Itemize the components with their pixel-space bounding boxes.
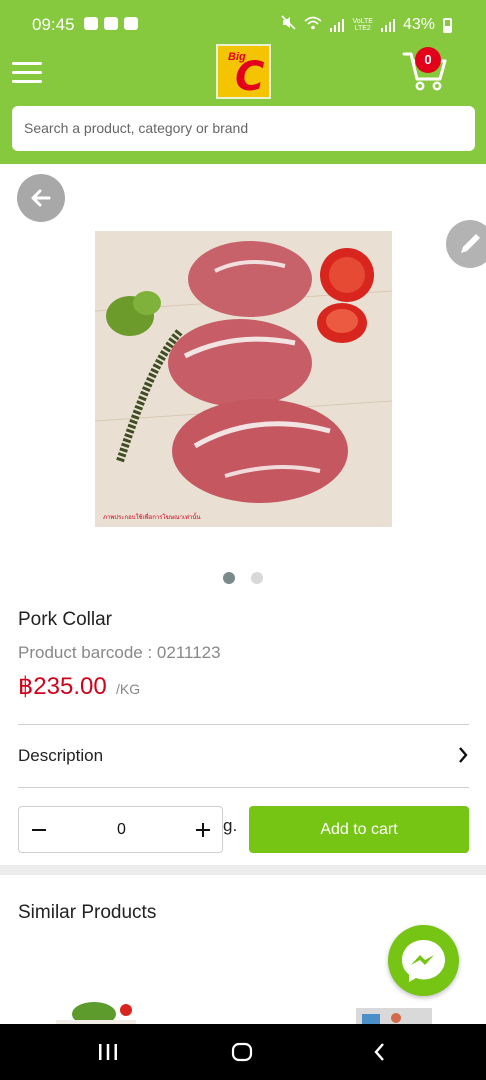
pencil-icon [461,234,480,253]
carousel-dot-2[interactable] [251,572,263,584]
edit-button[interactable] [446,220,486,268]
wifi-icon [304,16,323,35]
divider [18,724,469,725]
description-row[interactable]: Description [18,728,469,785]
carousel-dot-1[interactable] [223,572,235,584]
notification-icons [84,17,138,30]
battery-icon [443,17,452,33]
divider [18,787,469,788]
similar-product-thumbnail[interactable] [356,1008,432,1024]
product-name: Pork Collar [18,609,112,630]
product-barcode: Product barcode : 0211123 [18,643,221,662]
product-price: ฿235.00 [18,673,107,700]
messenger-chat-button[interactable] [388,925,459,996]
notification-icon [84,17,98,30]
cart-count-badge: 0 [415,47,441,73]
search-input[interactable]: Search a product, category or brand [12,106,475,151]
image-carousel-dots [223,572,263,584]
back-nav-icon[interactable] [368,1040,392,1064]
quantity-unit: g. [223,816,238,835]
increase-quantity-button[interactable] [180,811,216,849]
menu-icon[interactable] [12,62,42,84]
big-c-logo[interactable]: Big C [216,44,271,100]
chevron-right-icon [459,747,468,763]
cart-button[interactable]: 0 [400,46,450,91]
app-header: Big C 0 Search a product, category or br… [0,40,486,164]
section-separator [0,865,486,875]
back-button[interactable] [17,174,65,222]
status-right: VoLTE LTE2 43% [281,15,452,35]
add-to-cart-button[interactable]: Add to cart [249,806,469,853]
price-unit: /KG [116,681,141,697]
twitter-icon [124,17,138,30]
similar-products-title: Similar Products [18,902,157,923]
arrow-left-icon [31,189,51,207]
status-time: 09:45 [32,15,75,34]
recent-apps-icon[interactable] [96,1040,120,1064]
similar-product-thumbnail[interactable] [56,998,136,1024]
battery-percent: 43% [402,16,435,33]
mute-icon [281,15,297,35]
description-label: Description [18,746,104,765]
gallery-icon [104,17,118,30]
home-icon[interactable] [230,1040,254,1064]
volte-label: VoLTE LTE2 [352,18,373,32]
quantity-input[interactable] [79,807,164,852]
signal-icon-2 [380,18,395,32]
status-bar: 09:45 VoLTE LTE2 43% [0,0,486,40]
quantity-stepper [18,806,223,853]
signal-icon [330,18,345,32]
decrease-quantity-button[interactable] [27,811,63,849]
product-image[interactable]: ภาพประกอบใช้เพื่อการโฆษณาเท่านั้น [95,231,392,527]
system-navigation-bar [0,1024,486,1080]
messenger-icon [402,940,445,982]
